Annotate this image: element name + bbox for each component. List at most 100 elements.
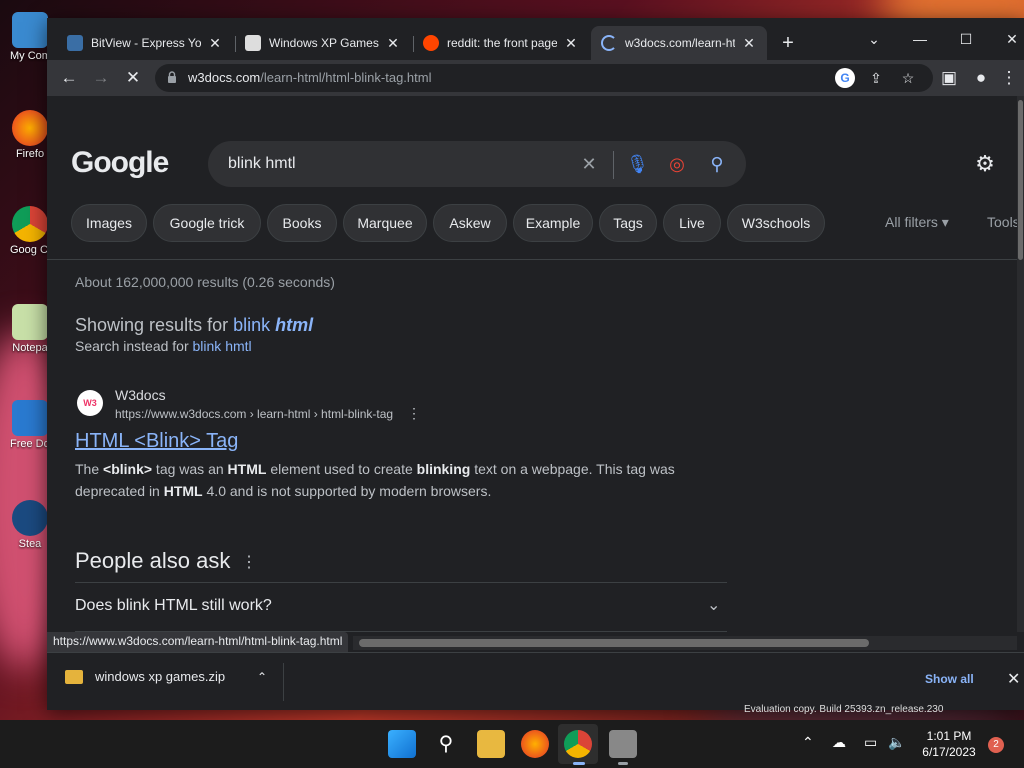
- chip-books[interactable]: Books: [267, 204, 337, 242]
- search-icon[interactable]: ⚲: [706, 153, 728, 175]
- bitview-icon: [67, 35, 83, 51]
- paa-question[interactable]: Does blink HTML still work?: [75, 597, 272, 615]
- all-filters-dropdown[interactable]: All filters ▾: [885, 214, 949, 231]
- address-bar[interactable]: w3docs.com/learn-html/html-blink-tag.htm…: [155, 64, 933, 92]
- chip-askew[interactable]: Askew: [433, 204, 507, 242]
- chevron-up-icon[interactable]: ⌃: [257, 670, 267, 684]
- paa-divider: [75, 582, 727, 583]
- chip-images[interactable]: Images: [71, 204, 147, 242]
- maximize-button[interactable]: ☐: [943, 26, 989, 52]
- download-filename: windows xp games.zip: [95, 669, 226, 684]
- horizontal-scroll-thumb[interactable]: [359, 639, 869, 647]
- lock-icon: [168, 71, 176, 83]
- browser-toolbar: ← → ✕ w3docs.com/learn-html/html-blink-t…: [47, 60, 1024, 96]
- result-title-link[interactable]: HTML <Blink> Tag: [75, 430, 238, 453]
- windows-start-icon[interactable]: [388, 730, 416, 758]
- app-icon[interactable]: [609, 730, 637, 758]
- close-window-button[interactable]: ✕: [989, 26, 1024, 52]
- w3docs-favicon[interactable]: W3: [77, 390, 103, 416]
- microphone-icon[interactable]: 🎙: [626, 153, 649, 175]
- search-icon[interactable]: ⚲: [432, 730, 460, 758]
- tab-windows-xp-games[interactable]: Windows XP Games : ✕: [235, 26, 411, 60]
- share-icon[interactable]: ⇪: [866, 68, 886, 88]
- close-tab-icon[interactable]: ✕: [207, 35, 223, 52]
- chrome-icon: [12, 206, 48, 242]
- file-explorer-icon[interactable]: [477, 730, 505, 758]
- google-lens-icon[interactable]: G: [835, 68, 855, 88]
- desktop-icon-free-download[interactable]: Free Down: [10, 400, 50, 450]
- menu-kebab-icon[interactable]: ⋮: [997, 66, 1021, 90]
- chip-marquee[interactable]: Marquee: [343, 204, 427, 242]
- chip-live[interactable]: Live: [663, 204, 721, 242]
- desktop-icon-my-computer[interactable]: My Com: [10, 12, 50, 62]
- paa-more-options-icon[interactable]: ⋮: [241, 552, 257, 572]
- clear-search-icon[interactable]: ✕: [578, 153, 600, 175]
- side-panel-icon[interactable]: ▣: [937, 66, 961, 90]
- bookmark-star-icon[interactable]: ☆: [898, 68, 918, 88]
- network-icon[interactable]: ▭: [864, 734, 877, 751]
- volume-icon[interactable]: 🔈: [888, 734, 905, 751]
- zip-folder-icon: [65, 669, 83, 684]
- result-stats: About 162,000,000 results (0.26 seconds): [75, 274, 335, 290]
- camera-lens-icon[interactable]: ◎: [666, 153, 688, 175]
- notification-badge[interactable]: 2: [988, 737, 1004, 753]
- new-tab-button[interactable]: +: [777, 32, 799, 55]
- taskbar: ⚲ ⌃ ☁ ▭ 🔈 1:01 PM 6/17/2023 2: [0, 720, 1024, 768]
- show-hidden-icons-chevron[interactable]: ⌃: [802, 734, 814, 751]
- computer-icon: [12, 12, 48, 48]
- download-item[interactable]: windows xp games.zip ⌃: [65, 669, 267, 684]
- evaluation-watermark: Evaluation copy. Build 25393.zn_release.…: [744, 704, 944, 715]
- settings-gear-icon[interactable]: ⚙: [973, 152, 997, 176]
- result-breadcrumb-url[interactable]: https://www.w3docs.com › learn-html › ht…: [115, 407, 393, 421]
- firefox-icon[interactable]: [521, 730, 549, 758]
- result-more-options-icon[interactable]: ⋮: [407, 405, 421, 422]
- chip-example[interactable]: Example: [513, 204, 593, 242]
- search-input[interactable]: blink hmtl ✕ 🎙 ◎ ⚲: [208, 141, 746, 187]
- corrected-query-link[interactable]: blink html: [233, 315, 313, 335]
- steam-icon: [12, 500, 48, 536]
- chrome-icon[interactable]: [564, 730, 592, 758]
- google-logo[interactable]: Google: [71, 146, 169, 180]
- status-bubble-url: https://www.w3docs.com/learn-html/html-b…: [47, 632, 349, 652]
- tab-w3docs[interactable]: w3docs.com/learn-ht ✕: [591, 26, 767, 60]
- chip-w3schools[interactable]: W3schools: [727, 204, 825, 242]
- result-site-name[interactable]: W3docs: [115, 387, 166, 403]
- vertical-scroll-thumb[interactable]: [1018, 100, 1023, 260]
- download-manager-icon: [12, 400, 48, 436]
- chip-tags[interactable]: Tags: [599, 204, 657, 242]
- close-tab-icon[interactable]: ✕: [563, 35, 579, 52]
- stop-loading-button[interactable]: ✕: [121, 66, 145, 90]
- chip-google-trick[interactable]: Google trick: [153, 204, 261, 242]
- minimize-button[interactable]: —: [897, 26, 943, 52]
- search-instead: Search instead for blink hmtl: [75, 338, 252, 354]
- tools-button[interactable]: Tools: [987, 214, 1017, 230]
- clock[interactable]: 1:01 PM 6/17/2023: [916, 728, 982, 760]
- chevron-down-icon[interactable]: ⌄: [707, 595, 720, 615]
- header-divider: [47, 259, 1017, 260]
- loading-spinner-icon: [601, 35, 617, 51]
- forward-button[interactable]: →: [89, 66, 113, 90]
- tab-bitview[interactable]: BitView - Express You ✕: [57, 26, 233, 60]
- show-all-downloads-link[interactable]: Show all: [925, 672, 974, 686]
- address-url: w3docs.com/learn-html/html-blink-tag.htm…: [188, 70, 432, 85]
- close-tab-icon[interactable]: ✕: [741, 35, 757, 52]
- onedrive-icon[interactable]: ☁: [832, 734, 846, 751]
- clock-time: 1:01 PM: [926, 729, 972, 743]
- chrome-window: BitView - Express You ✕ Windows XP Games…: [47, 18, 1024, 710]
- original-query-link[interactable]: blink hmtl: [193, 338, 252, 354]
- search-query[interactable]: blink hmtl: [228, 155, 296, 173]
- close-tab-icon[interactable]: ✕: [385, 35, 401, 52]
- back-button[interactable]: ←: [57, 66, 81, 90]
- desktop-icon-notepad[interactable]: Notepa: [10, 304, 50, 354]
- tab-search-dropdown[interactable]: ⌄: [851, 26, 897, 52]
- desktop-icon-chrome[interactable]: Goog Chron: [10, 206, 50, 256]
- search-results-page: Google blink hmtl ✕ 🎙 ◎ ⚲ ⚙ Images Googl…: [47, 96, 1017, 632]
- desktop-icon-firefox[interactable]: Firefo: [10, 110, 50, 160]
- close-download-shelf-icon[interactable]: ✕: [1007, 669, 1020, 689]
- vertical-scrollbar[interactable]: [1017, 96, 1024, 632]
- profile-avatar-icon[interactable]: ●: [969, 66, 993, 90]
- desktop-icon-steam[interactable]: Stea: [10, 500, 50, 550]
- download-shelf: windows xp games.zip ⌃ Show all ✕: [47, 652, 1024, 710]
- tab-reddit[interactable]: reddit: the front page ✕: [413, 26, 589, 60]
- horizontal-scrollbar[interactable]: [353, 636, 1017, 650]
